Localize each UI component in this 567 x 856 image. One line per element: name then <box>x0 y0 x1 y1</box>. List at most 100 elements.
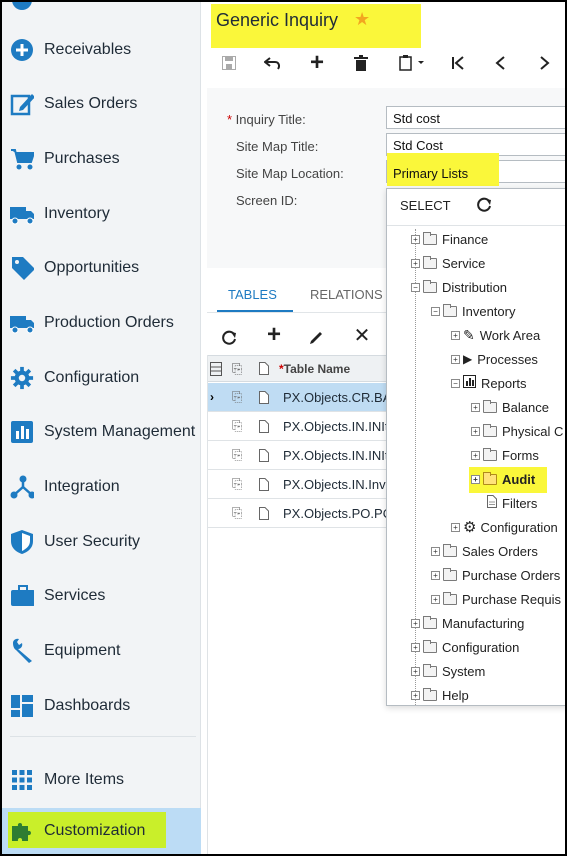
save-icon[interactable] <box>220 52 238 74</box>
tree-item-manufacturing[interactable]: + Manufacturing <box>411 612 524 634</box>
tree-guide-line <box>415 229 416 705</box>
add-icon[interactable]: + <box>307 49 327 76</box>
grid-left-border <box>207 355 208 855</box>
note-icon[interactable] <box>259 391 269 407</box>
tree-item-reports[interactable]: − Reports <box>451 372 527 394</box>
table-row[interactable]: ⎘ PX.Objects.IN.Inve <box>207 470 393 499</box>
tree-item-sales-orders[interactable]: + Sales Orders <box>431 540 538 562</box>
attachment-icon[interactable]: ⎘ <box>232 505 242 521</box>
tree-item-configuration[interactable]: + ⚙ Configuration <box>451 516 558 538</box>
tree-item-inventory[interactable]: − Inventory <box>431 300 515 322</box>
tree-item-purchase-orders[interactable]: + Purchase Orders <box>431 564 560 586</box>
expand-icon[interactable]: + <box>411 642 420 652</box>
table-row[interactable]: ⎘ PX.Objects.IN.INIt <box>207 412 388 441</box>
table-name-cell[interactable]: PX.Objects.CR.BA <box>283 390 391 405</box>
sidebar-item-services[interactable]: Services <box>2 572 201 620</box>
expand-icon[interactable]: + <box>431 570 440 580</box>
tab-tables[interactable]: TABLES <box>228 287 277 302</box>
refresh-icon[interactable] <box>477 197 492 217</box>
expand-icon[interactable]: + <box>411 618 420 628</box>
expand-icon[interactable]: + <box>411 690 420 700</box>
next-record-icon[interactable] <box>535 52 555 74</box>
refresh-icon[interactable] <box>221 326 237 348</box>
tree-item-filters[interactable]: Filters <box>487 492 537 514</box>
select-button[interactable]: SELECT <box>400 198 451 213</box>
sidebar-item-system-management[interactable]: System Management <box>2 408 201 456</box>
sidebar-item-user-security[interactable]: User Security <box>2 518 201 566</box>
expand-icon[interactable]: + <box>451 330 460 340</box>
attachment-icon[interactable]: ⎘ <box>232 389 242 405</box>
tree-item-finance[interactable]: + Finance <box>411 228 488 250</box>
sidebar-item-inventory[interactable]: Inventory <box>2 190 201 238</box>
tree-item-help[interactable]: + Help <box>411 684 469 705</box>
sidebar-item-opportunities[interactable]: Opportunities <box>2 244 201 292</box>
sidebar-item-more-items[interactable]: More Items <box>2 756 201 804</box>
expand-icon[interactable]: + <box>411 234 420 244</box>
note-icon[interactable] <box>259 420 269 436</box>
attachment-icon[interactable]: ⎘ <box>232 476 242 492</box>
expand-icon[interactable]: + <box>471 426 480 436</box>
delete-icon[interactable] <box>351 52 371 74</box>
expand-icon[interactable]: + <box>471 450 480 460</box>
site-map-location-field[interactable]: Primary Lists <box>386 153 567 186</box>
expand-icon[interactable]: + <box>471 402 480 412</box>
table-row[interactable]: ⎘ PX.Objects.IN.INIt <box>207 441 388 470</box>
table-name-cell[interactable]: PX.Objects.IN.INIt <box>283 448 388 463</box>
tree-item-configuration-root[interactable]: + Configuration <box>411 636 519 658</box>
table-name-cell[interactable]: PX.Objects.IN.INIt <box>283 419 388 434</box>
table-name-cell[interactable]: PX.Objects.IN.Inve <box>283 477 393 492</box>
sidebar-item-dashboards[interactable]: Dashboards <box>2 682 201 730</box>
expand-icon[interactable]: + <box>451 522 460 532</box>
sidebar-item-customization[interactable]: Customization <box>2 808 201 854</box>
site-map-location-dropdown[interactable]: SELECT + Finance + Service − Distribution −… <box>386 188 567 706</box>
expand-icon[interactable]: + <box>411 666 420 676</box>
sidebar-item-configuration[interactable]: Configuration <box>2 354 201 402</box>
expand-icon[interactable]: + <box>451 354 460 364</box>
tree-item-balance[interactable]: + Balance <box>471 396 549 418</box>
collapse-icon[interactable]: − <box>451 378 460 388</box>
first-record-icon[interactable] <box>448 52 468 74</box>
previous-record-icon[interactable] <box>490 52 510 74</box>
table-name-cell[interactable]: PX.Objects.PO.PO <box>283 506 393 521</box>
sidebar-item-sales-orders[interactable]: Sales Orders <box>2 80 201 128</box>
tree-item-system[interactable]: + System <box>411 660 485 682</box>
sidebar-item-integration[interactable]: Integration <box>2 463 201 511</box>
attachment-icon[interactable]: ⎘ <box>232 418 242 434</box>
table-row[interactable]: › ⎘ PX.Objects.CR.BA <box>207 383 391 412</box>
tree-item-purchase-requisitions[interactable]: + Purchase Requis <box>431 588 561 610</box>
sidebar-item-receivables[interactable]: Receivables <box>2 26 201 74</box>
column-settings-icon[interactable] <box>210 362 222 381</box>
expand-icon[interactable]: + <box>471 474 480 484</box>
tree-item-audit[interactable]: + Audit <box>471 468 535 490</box>
sidebar-item-partial[interactable] <box>2 0 201 14</box>
attachment-icon[interactable]: ⎘ <box>232 447 242 463</box>
inquiry-title-field[interactable]: Std cost <box>386 106 567 129</box>
tree-item-distribution[interactable]: − Distribution <box>411 276 507 298</box>
expand-icon[interactable]: + <box>411 258 420 268</box>
tree-item-processes[interactable]: + ▶ Processes <box>451 348 538 370</box>
sidebar-item-purchases[interactable]: Purchases <box>2 135 201 183</box>
delete-row-icon[interactable]: ✕ <box>353 324 371 347</box>
undo-icon[interactable] <box>263 52 283 74</box>
tree-item-service[interactable]: + Service <box>411 252 485 274</box>
tab-relations[interactable]: RELATIONS <box>310 287 383 302</box>
collapse-icon[interactable]: − <box>431 306 440 316</box>
favorite-star-icon[interactable]: ★ <box>354 9 370 30</box>
edit-row-icon[interactable] <box>308 326 326 348</box>
expand-icon[interactable]: + <box>431 546 440 556</box>
collapse-icon[interactable]: − <box>411 282 420 292</box>
inquiry-title-label: * Inquiry Title: <box>227 112 306 127</box>
tree-item-physical[interactable]: + Physical C <box>471 420 563 442</box>
add-row-icon[interactable]: + <box>264 321 284 348</box>
note-icon[interactable] <box>259 507 269 523</box>
tree-item-work-area[interactable]: + ✎ Work Area <box>451 324 540 346</box>
note-icon[interactable] <box>259 449 269 465</box>
tree-item-forms[interactable]: + Forms <box>471 444 539 466</box>
expand-icon[interactable]: + <box>431 594 440 604</box>
sidebar-item-equipment[interactable]: Equipment <box>2 627 201 675</box>
table-row[interactable]: ⎘ PX.Objects.PO.PO <box>207 499 393 528</box>
sidebar-item-production-orders[interactable]: Production Orders <box>2 299 201 347</box>
clipboard-menu-icon[interactable] <box>395 52 429 74</box>
note-icon[interactable] <box>259 478 269 494</box>
column-header-table-name[interactable]: *Table Name <box>279 362 350 376</box>
